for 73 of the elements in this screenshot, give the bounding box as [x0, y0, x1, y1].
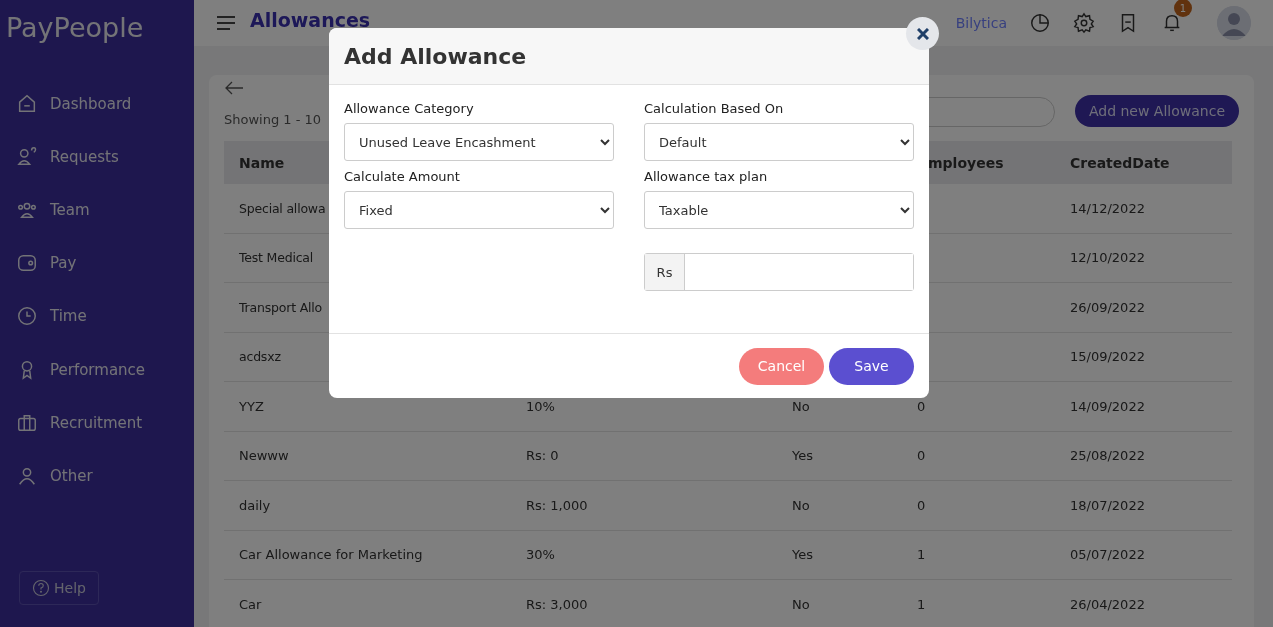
nav-item[interactable]: Time [0, 289, 194, 343]
table-cell: daily [239, 497, 271, 513]
table-cell: Yes [792, 547, 813, 563]
add-allowance-button[interactable]: Add new Allowance [1074, 95, 1239, 127]
table-cell: YYZ [239, 398, 264, 414]
house-icon [16, 92, 38, 115]
settings-icon[interactable] [1073, 12, 1095, 34]
dropdown[interactable]: Taxable [644, 191, 914, 229]
column-header: Name [239, 154, 285, 171]
table-cell: 0 [917, 398, 926, 414]
dropdown[interactable]: Fixed [344, 191, 614, 229]
table-cell: acdsxz [239, 349, 281, 365]
pie-chart-icon[interactable] [1029, 12, 1051, 34]
table-cell: 26/04/2022 [1070, 596, 1145, 612]
question-icon [32, 579, 50, 597]
dropdown[interactable]: Default [644, 123, 914, 161]
column-header: CreatedDate [1070, 154, 1170, 171]
nav-item[interactable]: Pay [0, 236, 194, 290]
nav-item[interactable]: Requests [0, 130, 194, 184]
table-cell: 14/09/2022 [1070, 398, 1145, 414]
table-cell: 26/09/2022 [1070, 299, 1145, 315]
table-cell: Car [239, 596, 262, 612]
table-cell: 14/12/2022 [1070, 200, 1145, 216]
table-cell: 0 [917, 448, 926, 464]
field-label: Calculate Amount [344, 169, 461, 184]
column-header: mployees [928, 154, 1004, 171]
save-button[interactable]: Save [829, 347, 914, 385]
nav-item[interactable]: Dashboard [0, 77, 194, 131]
page-title: Allowances [250, 9, 371, 31]
nav-item[interactable]: Other [0, 449, 194, 503]
table-cell: Car Allowance for Marketing [239, 547, 423, 563]
table-cell: No [792, 398, 810, 414]
table-cell: 30% [526, 547, 555, 563]
amount-field[interactable]: Rs [644, 253, 914, 291]
table-cell: 0 [917, 497, 926, 513]
table-cell: Newww [239, 448, 289, 464]
table-cell: 25/08/2022 [1070, 448, 1145, 464]
dropdown[interactable]: Unused Leave Encashment [344, 123, 614, 161]
table-cell: 12/10/2022 [1070, 250, 1145, 266]
table-cell: Rs: 1,000 [526, 497, 588, 513]
table-cell: Rs: 0 [526, 448, 559, 464]
logo: PayPeople [5, 12, 144, 43]
table-cell: Test Medical [239, 250, 314, 266]
nav-item[interactable]: Team [0, 183, 194, 237]
table-cell: Special allowa [239, 200, 326, 216]
close-icon [916, 27, 929, 40]
modal-title: Add Allowance [344, 43, 527, 69]
table-cell: 10% [526, 398, 555, 414]
table-cell: 05/07/2022 [1070, 547, 1145, 563]
table-cell: 1 [917, 547, 926, 563]
back-arrow-icon[interactable] [224, 81, 244, 95]
table-cell: 1 [917, 596, 926, 612]
field-label: Allowance tax plan [644, 169, 769, 184]
showing-count: Showing 1 - 10 [224, 112, 322, 127]
company-link[interactable]: Bilytica [955, 15, 1007, 31]
field-label: Allowance Category [344, 101, 475, 116]
help-button[interactable]: Help [19, 571, 99, 605]
nav-item[interactable]: Recruitment [0, 396, 194, 450]
field-label: Calculation Based On [644, 101, 785, 116]
table-cell: 18/07/2022 [1070, 497, 1145, 513]
table-cell: 15/09/2022 [1070, 349, 1145, 365]
table-cell: No [792, 596, 810, 612]
currency-prefix: Rs [645, 254, 685, 290]
cancel-button[interactable]: Cancel [739, 347, 824, 385]
person-question-icon [16, 145, 38, 168]
nav-item[interactable]: Performance [0, 342, 194, 397]
table-cell: Yes [792, 448, 813, 464]
menu-icon[interactable] [216, 15, 236, 31]
clock-icon [16, 305, 38, 328]
notification-badge: 1 [1174, 0, 1192, 17]
table-cell: Transport Allo [239, 299, 322, 315]
table-cell: Rs: 3,000 [526, 596, 588, 612]
table-cell: No [792, 497, 810, 513]
